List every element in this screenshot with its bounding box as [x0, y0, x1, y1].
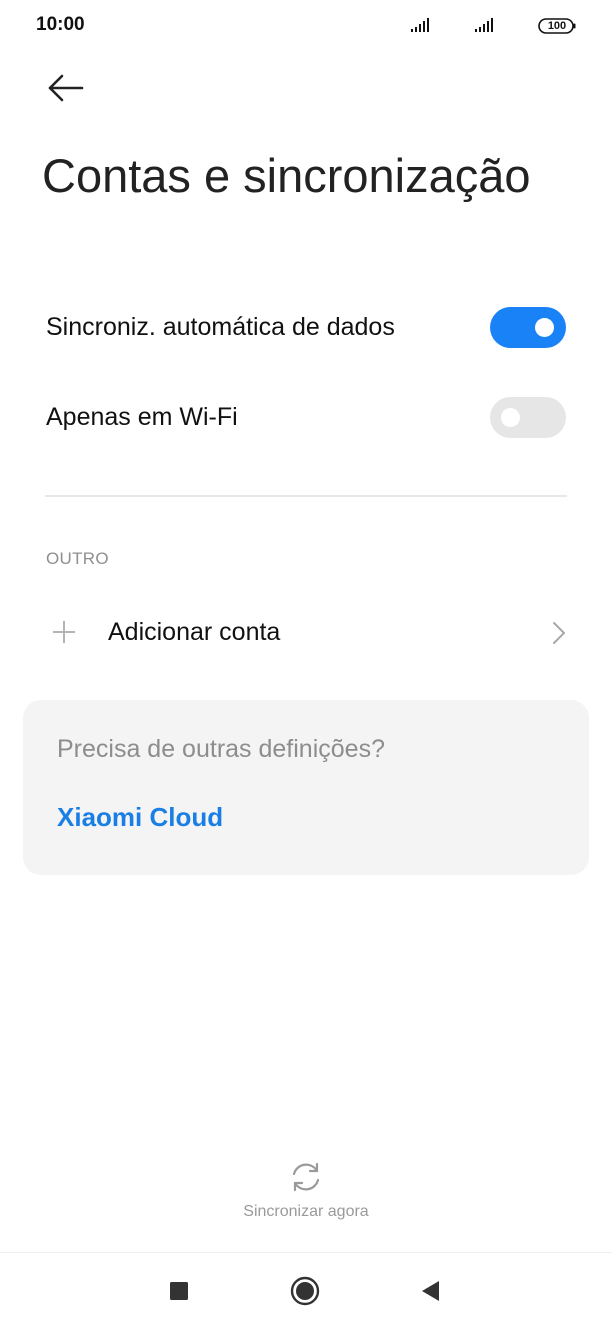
page-title: Contas e sincronização — [42, 149, 531, 202]
wifi-only-toggle[interactable] — [490, 397, 566, 438]
add-account-button[interactable]: Adicionar conta — [0, 592, 612, 672]
recents-button[interactable] — [159, 1271, 199, 1311]
section-header: OUTRO — [46, 549, 109, 568]
back-triangle-icon — [422, 1281, 439, 1301]
battery-level: 100 — [547, 20, 567, 32]
sync-icon — [292, 1162, 320, 1192]
status-time: 10:00 — [36, 14, 85, 35]
navigation-bar — [0, 1252, 612, 1326]
wifi-only-label: Apenas em Wi-Fi — [46, 403, 238, 431]
divider — [45, 495, 567, 497]
sync-now-label: Sincronizar agora — [243, 1203, 369, 1220]
status-bar: 10:00 100 — [0, 0, 612, 56]
home-button[interactable] — [285, 1271, 325, 1311]
screen: 10:00 100 Contas e sincronização Sincron… — [0, 0, 612, 1326]
nav-back-button[interactable] — [411, 1271, 451, 1311]
signal-icon — [475, 18, 493, 32]
arrow-left-icon — [48, 74, 84, 102]
toggle-knob — [501, 408, 520, 427]
chevron-right-icon — [553, 622, 565, 644]
recents-icon — [170, 1282, 188, 1300]
signal-icon — [411, 18, 429, 32]
auto-sync-label: Sincroniz. automática de dados — [46, 313, 395, 341]
xiaomi-cloud-link[interactable]: Xiaomi Cloud — [57, 802, 223, 833]
card-question: Precisa de outras definições? — [57, 735, 385, 763]
more-settings-card: Precisa de outras definições? Xiaomi Clo… — [23, 700, 589, 875]
toggle-knob — [535, 318, 554, 337]
auto-sync-row[interactable]: Sincroniz. automática de dados — [0, 287, 612, 367]
wifi-only-row[interactable]: Apenas em Wi-Fi — [0, 377, 612, 457]
auto-sync-toggle[interactable] — [490, 307, 566, 348]
sync-now-button[interactable]: Sincronizar agora — [206, 1158, 406, 1228]
back-button[interactable] — [40, 68, 90, 108]
add-account-label: Adicionar conta — [108, 618, 281, 646]
home-icon — [290, 1276, 320, 1306]
battery-icon: 100 — [538, 18, 576, 34]
plus-icon — [53, 621, 75, 643]
